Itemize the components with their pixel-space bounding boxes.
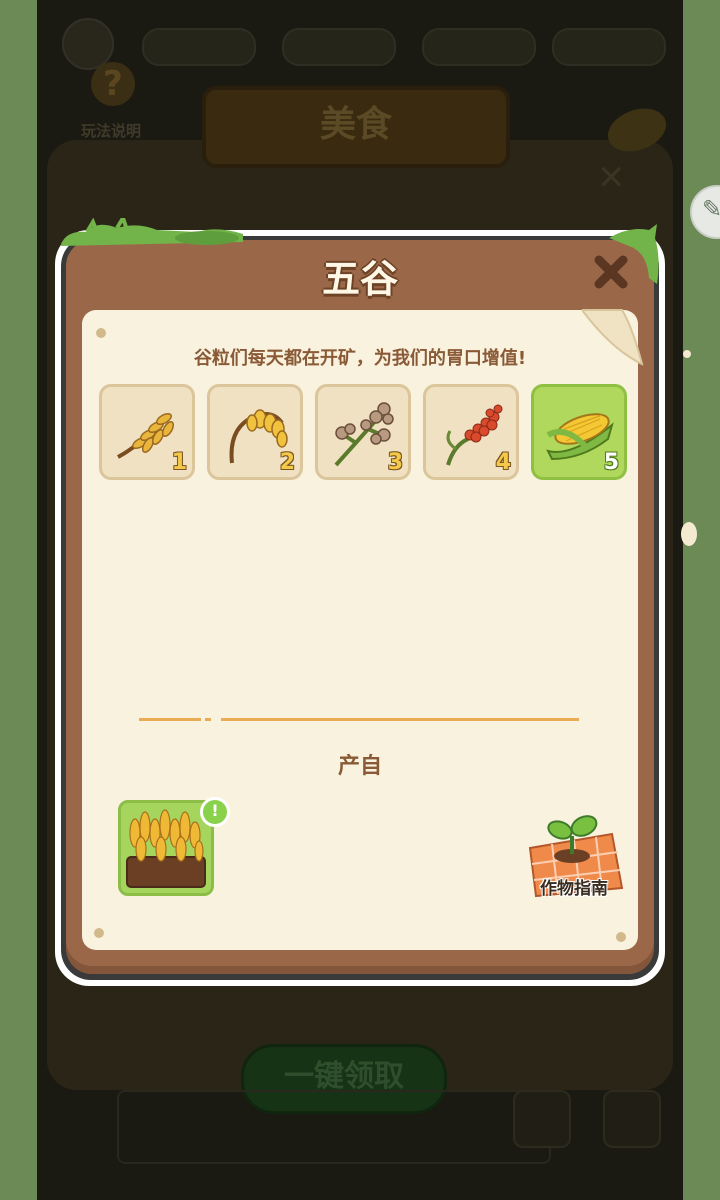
grain-description: 谷粒们每天都在开矿，为我们的胃口增值! — [193, 348, 527, 369]
grain-tile-2[interactable]: 2 — [207, 384, 303, 480]
tile-number: 1 — [171, 450, 187, 475]
modal-title: 五谷 — [321, 257, 398, 301]
question-icon: ? — [91, 62, 135, 106]
resource-pill — [142, 28, 256, 66]
pin-dot — [96, 328, 106, 338]
background-bottom-panel — [117, 1090, 551, 1164]
grain-tile-4[interactable]: 4 — [423, 384, 519, 480]
resource-pill — [552, 28, 666, 66]
tile-number: 4 — [495, 450, 511, 475]
background-bag-icon — [603, 1090, 661, 1148]
grain-tile-list: 1 2 3 4 5 — [99, 384, 631, 484]
background-shop-icon — [513, 1090, 571, 1148]
background-banner: 美食 — [202, 86, 510, 168]
floating-pen-button[interactable]: ✎ — [690, 185, 720, 239]
background-close-icon: ✕ — [597, 158, 626, 198]
resource-bar — [62, 18, 666, 70]
resource-pill — [422, 28, 536, 66]
tile-number: 2 — [279, 450, 295, 475]
close-icon[interactable] — [591, 252, 631, 292]
tile-number: 3 — [387, 450, 403, 475]
guide-label: 作物指南 — [540, 879, 608, 899]
pin-dot — [616, 932, 626, 942]
grain-tile-1[interactable]: 1 — [99, 384, 195, 480]
alert-badge: ! — [200, 797, 230, 827]
resource-pill — [282, 28, 396, 66]
grain-tile-3[interactable]: 3 — [315, 384, 411, 480]
help-button: ? 玩法说明 — [71, 62, 151, 142]
grain-tile-5[interactable]: 5 — [531, 384, 627, 480]
crop-guide-button[interactable]: 作物指南 — [522, 804, 626, 904]
pen-icon: ✎ — [702, 195, 720, 223]
grains-modal: 五谷 谷粒们每天都在开矿，为我们的胃口增值! 1 2 3 4 5 产自 ! 作物… — [55, 218, 665, 986]
wheat-field-icon — [126, 809, 206, 888]
banner-title: 美食 — [319, 104, 392, 145]
grass-decoration-icon — [61, 218, 243, 246]
help-label: 玩法说明 — [80, 122, 141, 140]
pin-dot — [94, 928, 104, 938]
wheat-field-card[interactable]: ! — [118, 797, 230, 896]
source-label: 产自 — [337, 754, 382, 779]
info-paper: 谷粒们每天都在开矿，为我们的胃口增值! 1 2 3 4 5 产自 ! 作物指南 — [82, 309, 644, 950]
side-dot — [681, 522, 697, 546]
tile-number: 5 — [603, 450, 619, 475]
section-divider — [139, 718, 579, 721]
side-dot — [683, 350, 691, 358]
